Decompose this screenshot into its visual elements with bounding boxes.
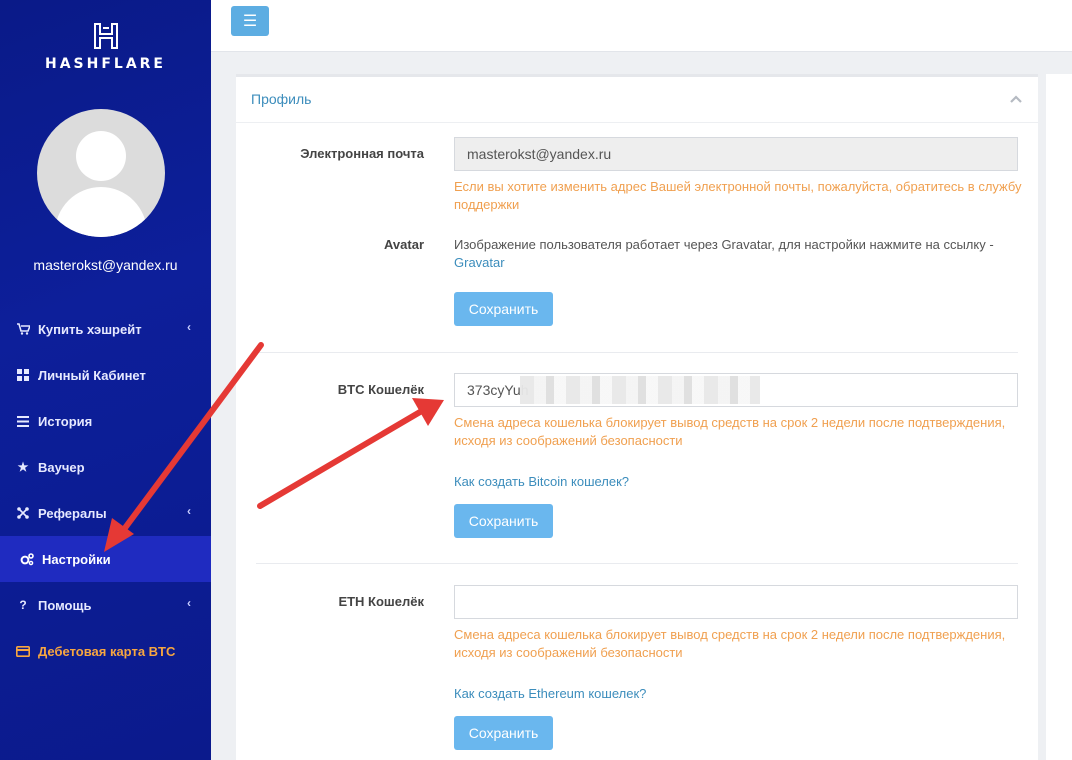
top-bar: ☰	[211, 0, 1072, 52]
sidebar-item-label: Ваучер	[38, 459, 85, 475]
menu-toggle-button[interactable]: ☰	[231, 6, 269, 36]
sidebar-nav: Купить хэшрейт ‹ Личный Кабинет История …	[0, 306, 211, 674]
hashflare-logo-icon	[93, 23, 118, 49]
sidebar-item-label: Дебетовая карта BTC	[38, 643, 176, 659]
eth-wallet-hint: Смена адреса кошелька блокирует вывод ср…	[454, 627, 1006, 660]
sidebar-item-label: Настройки	[42, 551, 111, 567]
star-icon: ★	[17, 460, 29, 474]
sidebar-item-label: Рефералы	[38, 505, 107, 521]
sidebar-item-buy-hashrate[interactable]: Купить хэшрейт ‹	[0, 306, 211, 352]
brand-logo[interactable]: HASHFLARE	[0, 22, 211, 72]
gravatar-link[interactable]: Gravatar	[454, 255, 505, 270]
email-label: Электронная почта	[300, 146, 424, 161]
avatar-label: Avatar	[384, 237, 424, 252]
sidebar-item-help[interactable]: ? Помощь ‹	[0, 582, 211, 628]
divider	[256, 563, 1018, 564]
btc-wallet-label: BTC Кошелёк	[337, 382, 424, 397]
create-bitcoin-wallet-link[interactable]: Как создать Bitcoin кошелек?	[454, 473, 1024, 491]
save-avatar-button[interactable]: Сохранить	[454, 292, 553, 326]
avatar-description: Изображение пользователя работает через …	[454, 236, 1024, 272]
panel-title: Профиль	[251, 91, 312, 107]
chevron-left-icon: ‹	[187, 596, 191, 610]
btc-wallet-hint: Смена адреса кошелька блокирует вывод ср…	[454, 415, 1006, 448]
sidebar-item-voucher[interactable]: ★ Ваучер	[0, 444, 211, 490]
chevron-left-icon: ‹	[187, 504, 191, 518]
sidebar-item-dashboard[interactable]: Личный Кабинет	[0, 352, 211, 398]
credit-card-icon	[16, 644, 30, 658]
avatar-text: Изображение пользователя работает через …	[454, 237, 994, 252]
save-eth-button[interactable]: Сохранить	[454, 716, 553, 750]
sidebar: HASHFLARE masterokst@yandex.ru Купить хэ…	[0, 0, 211, 760]
email-hint: Если вы хотите изменить адрес Вашей элек…	[454, 179, 1022, 212]
hamburger-icon: ☰	[242, 13, 258, 30]
sidebar-item-history[interactable]: История	[0, 398, 211, 444]
brand-name: HASHFLARE	[44, 56, 166, 72]
panel-header: Профиль	[236, 77, 1038, 123]
sidebar-item-label: Личный Кабинет	[38, 367, 146, 383]
sidebar-item-label: История	[38, 413, 93, 429]
sidebar-item-referrals[interactable]: Рефералы ‹	[0, 490, 211, 536]
email-field[interactable]: masterokst@yandex.ru	[454, 137, 1018, 171]
avatar	[37, 109, 165, 237]
eth-wallet-label: ETH Кошелёк	[338, 594, 424, 609]
user-email: masterokst@yandex.ru	[33, 257, 178, 273]
question-icon: ?	[19, 598, 27, 612]
chevron-up-icon[interactable]	[1010, 93, 1022, 105]
sidebar-item-debit-card[interactable]: Дебетовая карта BTC	[0, 628, 211, 674]
network-icon	[16, 506, 30, 520]
eth-wallet-field[interactable]	[454, 585, 1018, 619]
divider	[256, 352, 1018, 353]
chevron-left-icon: ‹	[187, 320, 191, 334]
cart-icon	[16, 322, 30, 336]
sidebar-item-label: Помощь	[38, 597, 92, 613]
dashboard-icon	[16, 368, 30, 382]
sidebar-item-settings[interactable]: Настройки	[0, 536, 211, 582]
redacted-wallet-blur	[520, 376, 760, 404]
right-panel-edge	[1046, 74, 1072, 760]
create-ethereum-wallet-link[interactable]: Как создать Ethereum кошелек?	[454, 685, 1024, 703]
sidebar-item-label: Купить хэшрейт	[38, 321, 142, 337]
gears-icon	[20, 552, 34, 566]
list-icon	[16, 414, 30, 428]
save-btc-button[interactable]: Сохранить	[454, 504, 553, 538]
